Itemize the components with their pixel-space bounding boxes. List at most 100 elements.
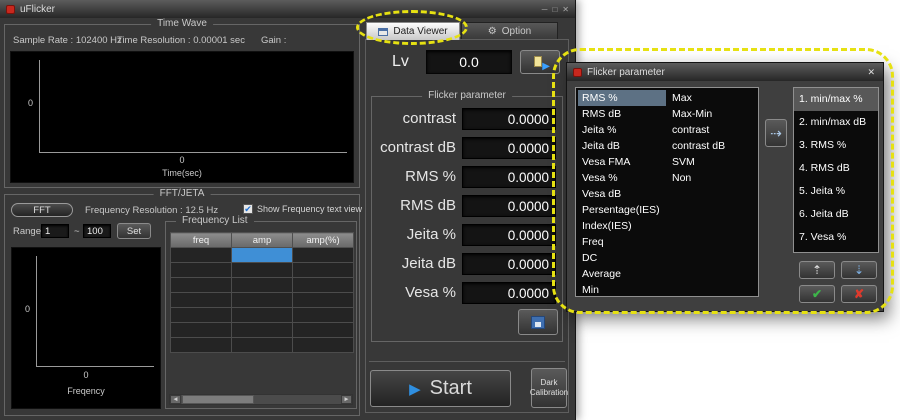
- table-row: [171, 278, 354, 293]
- list-item[interactable]: 5. Jeita %: [794, 180, 878, 203]
- cell[interactable]: [171, 278, 232, 293]
- cell[interactable]: [232, 338, 293, 353]
- minimize-icon[interactable]: ─: [542, 5, 548, 14]
- cell[interactable]: [293, 248, 354, 263]
- dark-calibration-button[interactable]: Dark Calibration: [531, 368, 567, 408]
- cell[interactable]: [171, 308, 232, 323]
- cell[interactable]: [293, 263, 354, 278]
- cell[interactable]: [232, 293, 293, 308]
- list-item[interactable]: 6. Jeita dB: [794, 203, 878, 226]
- list-item[interactable]: Min: [578, 282, 666, 297]
- scroll-left-icon[interactable]: ◄: [170, 395, 181, 404]
- scroll-right-icon[interactable]: ►: [341, 395, 352, 404]
- list-item[interactable]: 2. min/max dB: [794, 111, 878, 134]
- param-row: contrast 0.0000: [372, 107, 562, 131]
- frequency-table: freq amp amp(%): [170, 232, 354, 353]
- horizontal-scrollbar[interactable]: ◄ ►: [169, 394, 353, 405]
- maximize-icon[interactable]: □: [552, 5, 557, 14]
- list-item[interactable]: 7. Vesa %: [794, 226, 878, 249]
- param-value: 0.0000: [462, 224, 556, 246]
- cell[interactable]: [232, 263, 293, 278]
- show-frequency-checkbox[interactable]: ✔ Show Frequency text view: [243, 204, 362, 214]
- cell[interactable]: [232, 278, 293, 293]
- list-item[interactable]: Persentage(IES): [578, 202, 666, 218]
- lv-export-button[interactable]: ▶: [520, 50, 560, 74]
- param-label: contrast: [372, 107, 456, 131]
- cell[interactable]: [171, 263, 232, 278]
- list-item[interactable]: RMS %: [578, 90, 666, 106]
- time-wave-chart: 0 0 Time(sec): [10, 51, 354, 183]
- list-item[interactable]: Average: [578, 266, 666, 282]
- lv-label: Lv: [392, 53, 409, 71]
- list-item[interactable]: Max: [668, 90, 756, 106]
- cancel-button[interactable]: ✘: [841, 285, 877, 303]
- list-item[interactable]: Max-Min: [668, 106, 756, 122]
- selected-cell[interactable]: [232, 248, 293, 263]
- list-item[interactable]: Vesa FMA: [578, 154, 666, 170]
- list-item[interactable]: DC: [578, 250, 666, 266]
- scrollbar-thumb[interactable]: [182, 395, 254, 404]
- col-header-amp-pct[interactable]: amp(%): [293, 233, 354, 248]
- fft-button[interactable]: FFT: [11, 203, 73, 217]
- move-down-button[interactable]: ⇣: [841, 261, 877, 279]
- cell[interactable]: [293, 278, 354, 293]
- range-tilde: ~: [74, 226, 80, 237]
- checkbox-check-icon: ✔: [243, 204, 253, 214]
- param-label: Jeita %: [372, 223, 456, 247]
- list-item[interactable]: SVM: [668, 154, 756, 170]
- fft-group-title: FFT/JETA: [154, 188, 211, 199]
- dark-calibration-label-1: Dark: [541, 378, 558, 388]
- close-icon[interactable]: ✕: [562, 5, 569, 14]
- list-item[interactable]: Freq: [578, 234, 666, 250]
- range-to-input[interactable]: [83, 224, 111, 238]
- list-item[interactable]: RMS dB: [578, 106, 666, 122]
- x-axis-label: Time(sec): [11, 168, 353, 178]
- move-right-button[interactable]: ⇢: [765, 119, 787, 147]
- range-from-input[interactable]: [41, 224, 69, 238]
- list-item[interactable]: Vesa %: [578, 170, 666, 186]
- param-label: contrast dB: [372, 136, 456, 160]
- cell[interactable]: [171, 248, 232, 263]
- tab-data-viewer[interactable]: Data Viewer: [366, 22, 460, 40]
- dialog-title: Flicker parameter: [587, 67, 665, 78]
- list-item[interactable]: Jeita %: [578, 122, 666, 138]
- list-item[interactable]: contrast dB: [668, 138, 756, 154]
- list-item[interactable]: 4. RMS dB: [794, 157, 878, 180]
- tab-option[interactable]: ⚙ Option: [461, 22, 558, 40]
- list-item[interactable]: Non: [668, 170, 756, 186]
- param-label: Vesa %: [372, 281, 456, 305]
- dialog-close-icon[interactable]: ✕: [865, 67, 877, 78]
- list-item[interactable]: Index(IES): [578, 218, 666, 234]
- flicker-parameter-dialog: Flicker parameter ✕ RMS % RMS dB Jeita %…: [566, 62, 884, 312]
- cell[interactable]: [293, 323, 354, 338]
- set-button[interactable]: Set: [117, 223, 151, 239]
- window-title: uFlicker: [20, 4, 55, 15]
- cell[interactable]: [171, 293, 232, 308]
- x-axis-zero: 0: [11, 155, 353, 165]
- cell[interactable]: [293, 338, 354, 353]
- cell[interactable]: [293, 308, 354, 323]
- cell[interactable]: [171, 338, 232, 353]
- cell[interactable]: [293, 293, 354, 308]
- cell[interactable]: [171, 323, 232, 338]
- gear-icon: ⚙: [488, 26, 497, 37]
- list-item[interactable]: contrast: [668, 122, 756, 138]
- param-value: 0.0000: [462, 282, 556, 304]
- cell[interactable]: [232, 323, 293, 338]
- start-button[interactable]: ▶ Start: [370, 370, 511, 407]
- gain-label: Gain :: [261, 35, 286, 46]
- list-item[interactable]: 1. min/max %: [794, 88, 878, 111]
- list-item[interactable]: Jeita dB: [578, 138, 666, 154]
- col-header-freq[interactable]: freq: [171, 233, 232, 248]
- export-icon: ▶: [532, 55, 548, 70]
- list-item[interactable]: 3. RMS %: [794, 134, 878, 157]
- time-resolution-label: Time Resolution : 0.00001 sec: [117, 35, 245, 46]
- col-header-amp[interactable]: amp: [232, 233, 293, 248]
- cell[interactable]: [232, 308, 293, 323]
- fft-group: FFT/JETA FFT Frequency Resolution : 12.5…: [4, 194, 360, 416]
- save-results-button[interactable]: [518, 309, 558, 335]
- move-up-button[interactable]: ⇡: [799, 261, 835, 279]
- list-item[interactable]: Vesa dB: [578, 186, 666, 202]
- ok-button[interactable]: ✔: [799, 285, 835, 303]
- start-button-label: Start: [430, 377, 472, 400]
